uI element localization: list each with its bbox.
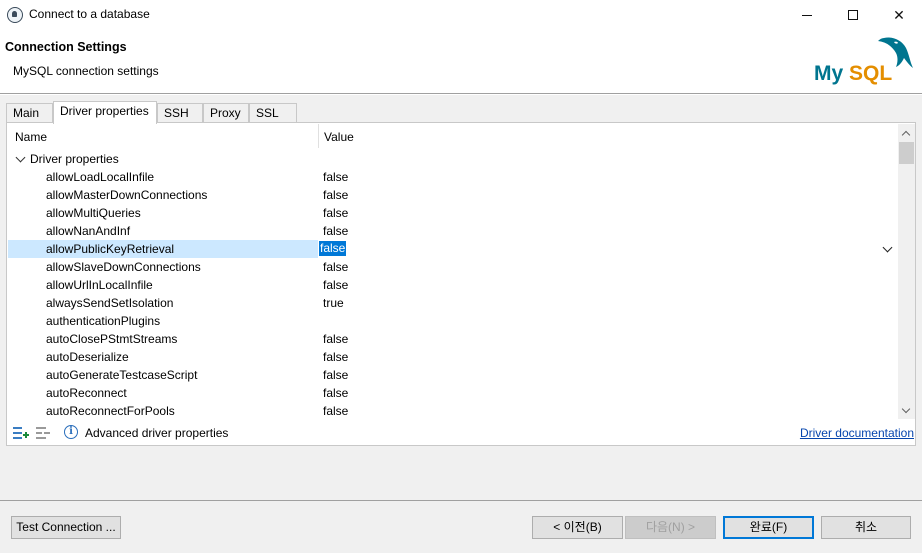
- table-row[interactable]: autoReconnectForPools false: [8, 402, 898, 419]
- driver-properties-panel: Name Value Driver properties allowLoadLo…: [6, 122, 916, 446]
- chevron-down-icon[interactable]: [882, 242, 893, 253]
- group-label: Driver properties: [30, 152, 119, 166]
- table-row[interactable]: autoDeserialize false: [8, 348, 898, 366]
- chevron-down-icon[interactable]: [15, 152, 26, 163]
- table-row[interactable]: allowSlaveDownConnections false: [8, 258, 898, 276]
- scroll-up-arrow-icon[interactable]: [901, 130, 911, 140]
- property-value[interactable]: false: [323, 260, 348, 274]
- property-value[interactable]: false: [323, 278, 348, 292]
- property-name: alwaysSendSetIsolation: [46, 296, 174, 310]
- property-value[interactable]: false: [323, 368, 348, 382]
- minimize-button[interactable]: [784, 0, 830, 30]
- close-icon: ✕: [893, 6, 905, 23]
- property-name: allowMasterDownConnections: [46, 188, 208, 202]
- next-button[interactable]: 다음(N) >: [625, 516, 716, 539]
- minimize-icon: [802, 14, 812, 16]
- info-icon: i: [64, 425, 78, 439]
- column-value-header[interactable]: Value: [324, 130, 354, 144]
- property-name: allowSlaveDownConnections: [46, 260, 201, 274]
- property-name: authenticationPlugins: [46, 314, 161, 328]
- property-value[interactable]: false: [323, 206, 348, 220]
- table-row[interactable]: authenticationPlugins: [8, 312, 898, 330]
- property-value[interactable]: false: [323, 404, 348, 418]
- table-row[interactable]: autoReconnect false: [8, 384, 898, 402]
- property-name: autoGenerateTestcaseScript: [46, 368, 198, 382]
- cancel-button[interactable]: 취소: [821, 516, 911, 539]
- driver-documentation-link[interactable]: Driver documentation: [800, 426, 914, 440]
- tab-main[interactable]: Main: [6, 103, 53, 124]
- column-divider[interactable]: [318, 124, 319, 148]
- property-name: autoReconnectForPools: [46, 404, 175, 418]
- vertical-scrollbar[interactable]: [898, 124, 915, 419]
- property-name: allowNanAndInf: [46, 224, 131, 238]
- property-name: autoReconnect: [46, 386, 127, 400]
- property-value[interactable]: false: [323, 170, 348, 184]
- tab-driver-properties[interactable]: Driver properties: [53, 101, 157, 124]
- add-property-icon[interactable]: [13, 426, 29, 440]
- maximize-icon: [848, 10, 858, 20]
- table-row[interactable]: alwaysSendSetIsolation true: [8, 294, 898, 312]
- advanced-driver-properties-label: Advanced driver properties: [85, 426, 229, 440]
- property-name: allowUrlInLocalInfile: [46, 278, 153, 292]
- tab-ssl[interactable]: SSL: [249, 103, 297, 124]
- table-row[interactable]: autoClosePStmtStreams false: [8, 330, 898, 348]
- property-name: allowMultiQueries: [46, 206, 141, 220]
- table-row[interactable]: allowUrlInLocalInfile false: [8, 276, 898, 294]
- dbeaver-app-icon: [7, 7, 23, 23]
- logo-sql-text: SQL: [849, 62, 892, 85]
- tab-proxy[interactable]: Proxy: [203, 103, 249, 124]
- mysql-logo: My SQL: [814, 37, 913, 85]
- property-name: autoDeserialize: [46, 350, 129, 364]
- property-value[interactable]: false: [323, 224, 348, 238]
- finish-button[interactable]: 완료(F): [723, 516, 814, 539]
- property-value[interactable]: false: [323, 332, 348, 346]
- table-row-selected[interactable]: allowPublicKeyRetrieval false: [8, 240, 898, 258]
- table-row[interactable]: allowLoadLocalInfile false: [8, 168, 898, 186]
- page-subtitle: MySQL connection settings: [13, 64, 159, 78]
- logo-my-text: My: [814, 62, 843, 85]
- page-title: Connection Settings: [5, 40, 127, 54]
- grid-header: Name Value: [8, 124, 898, 148]
- property-value[interactable]: false: [323, 188, 348, 202]
- close-button[interactable]: ✕: [876, 0, 922, 30]
- properties-grid: Name Value Driver properties allowLoadLo…: [8, 124, 898, 419]
- scrollbar-thumb[interactable]: [899, 142, 914, 164]
- property-value[interactable]: false: [323, 350, 348, 364]
- wizard-header: Connection Settings MySQL connection set…: [0, 30, 922, 94]
- column-name-header[interactable]: Name: [15, 130, 47, 144]
- button-bar: Test Connection ... < 이전(B) 다음(N) > 완료(F…: [0, 501, 922, 553]
- scroll-down-arrow-icon[interactable]: [901, 404, 911, 414]
- property-name: allowLoadLocalInfile: [46, 170, 155, 184]
- window-title: Connect to a database: [29, 7, 150, 21]
- property-name: autoClosePStmtStreams: [46, 332, 178, 346]
- property-name: allowPublicKeyRetrieval: [46, 242, 175, 256]
- maximize-button[interactable]: [830, 0, 876, 30]
- property-value[interactable]: false: [323, 386, 348, 400]
- panel-footer: i Advanced driver properties Driver docu…: [8, 421, 914, 445]
- tab-ssh[interactable]: SSH: [157, 103, 203, 124]
- group-row-driver-properties[interactable]: Driver properties: [8, 150, 898, 168]
- property-value-editor[interactable]: false: [319, 241, 347, 256]
- table-row[interactable]: allowMultiQueries false: [8, 204, 898, 222]
- property-value[interactable]: true: [323, 296, 344, 310]
- title-bar: Connect to a database ✕: [0, 0, 922, 30]
- back-button[interactable]: < 이전(B): [532, 516, 623, 539]
- table-row[interactable]: allowNanAndInf false: [8, 222, 898, 240]
- table-row[interactable]: autoGenerateTestcaseScript false: [8, 366, 898, 384]
- table-row[interactable]: allowMasterDownConnections false: [8, 186, 898, 204]
- remove-property-icon[interactable]: [36, 426, 52, 440]
- test-connection-button[interactable]: Test Connection ...: [11, 516, 121, 539]
